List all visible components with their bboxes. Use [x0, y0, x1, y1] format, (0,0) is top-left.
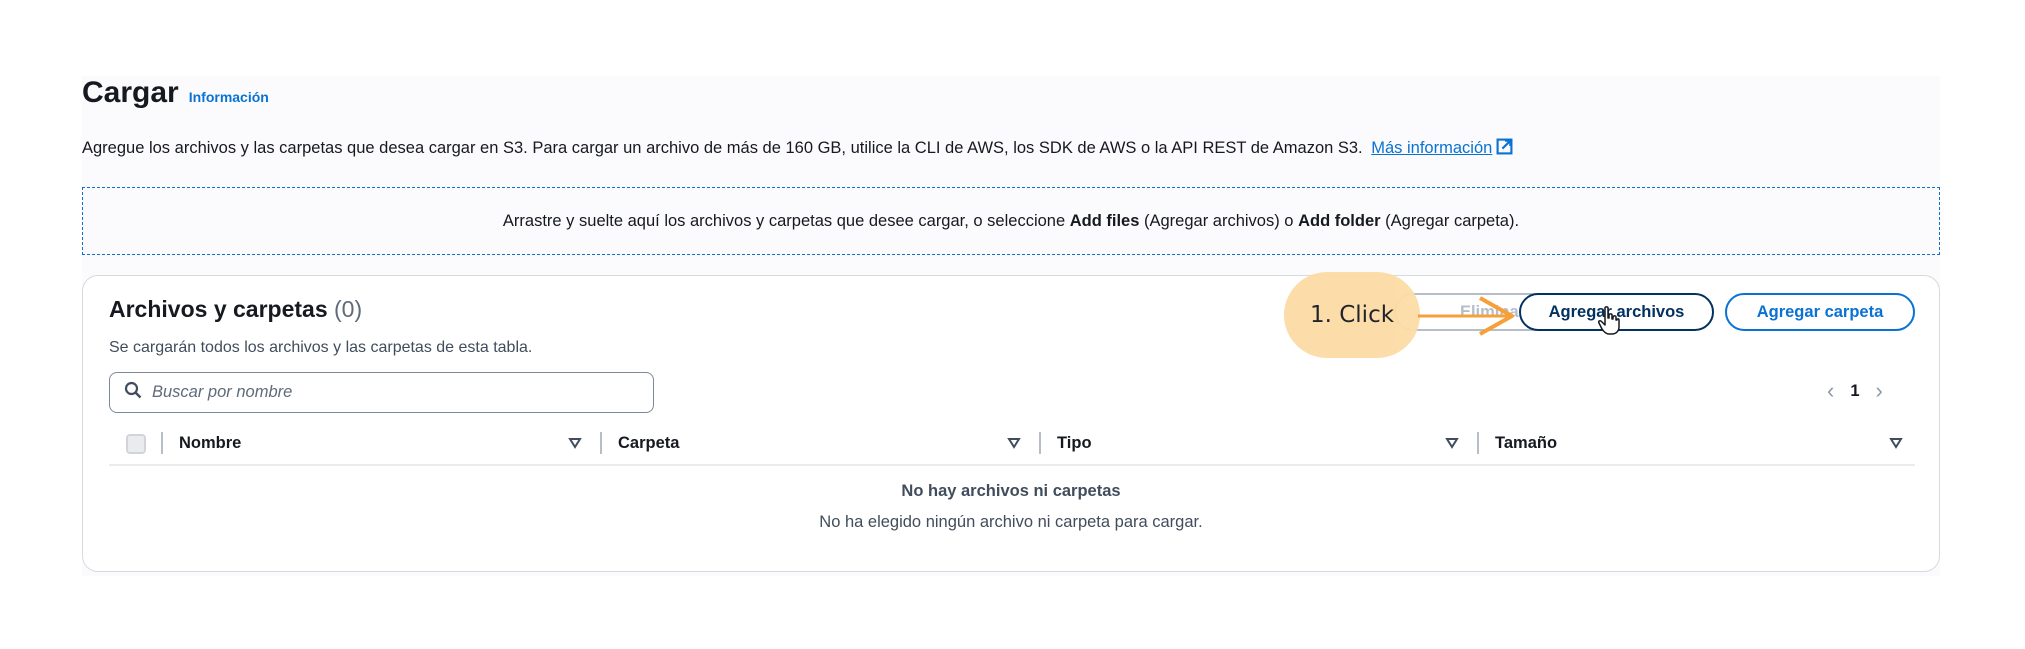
external-link-icon	[1496, 138, 1513, 160]
column-separator	[1477, 432, 1479, 454]
table-header: Nombre Carpeta Tipo Tamaño	[109, 422, 1915, 466]
empty-state-subtitle: No ha elegido ningún archivo ni carpeta …	[819, 513, 1203, 531]
dropzone-text: Arrastre y suelte aquí los archivos y ca…	[502, 211, 1520, 230]
files-and-folders-panel: Archivos y carpetas (0) Se cargarán todo…	[82, 275, 1940, 572]
page-description: Agregue los archivos y las carpetas que …	[82, 138, 1513, 160]
page-title: Cargar	[82, 76, 179, 109]
column-separator	[161, 432, 163, 454]
column-header-name[interactable]: Nombre	[179, 422, 241, 464]
search-input[interactable]	[152, 383, 632, 402]
search-box[interactable]	[109, 372, 654, 413]
panel-count: (0)	[334, 296, 363, 322]
column-separator	[600, 432, 602, 454]
annotation-arrow-icon	[1418, 296, 1514, 336]
next-page-icon[interactable]: ›	[1876, 380, 1883, 402]
page-header: Cargar Información	[82, 76, 269, 110]
info-link[interactable]: Información	[189, 89, 269, 105]
column-header-folder[interactable]: Carpeta	[618, 422, 679, 464]
sort-down-icon[interactable]	[1007, 436, 1021, 450]
more-info-label: Más información	[1371, 139, 1493, 157]
sort-down-icon[interactable]	[1445, 436, 1459, 450]
pagination: ‹ 1 ›	[1827, 380, 1883, 402]
more-info-link[interactable]: Más información	[1371, 138, 1513, 160]
select-all-checkbox[interactable]	[126, 434, 146, 454]
step-annotation-bubble: 1. Click	[1284, 272, 1420, 358]
sort-down-icon[interactable]	[568, 436, 582, 450]
panel-title: Archivos y carpetas (0)	[109, 296, 362, 323]
panel-title-text: Archivos y carpetas	[109, 296, 328, 322]
sort-down-icon[interactable]	[1889, 436, 1903, 450]
column-header-size[interactable]: Tamaño	[1495, 422, 1557, 464]
previous-page-icon[interactable]: ‹	[1827, 380, 1834, 402]
description-text: Agregue los archivos y las carpetas que …	[82, 139, 1363, 157]
column-header-type[interactable]: Tipo	[1057, 422, 1092, 464]
hand-cursor-icon	[1598, 306, 1620, 335]
file-dropzone[interactable]: Arrastre y suelte aquí los archivos y ca…	[82, 187, 1940, 255]
panel-subtitle: Se cargarán todos los archivos y las car…	[109, 339, 533, 356]
empty-state-title: No hay archivos ni carpetas	[901, 482, 1121, 500]
current-page-number[interactable]: 1	[1850, 382, 1859, 401]
add-folder-button[interactable]: Agregar carpeta	[1725, 293, 1915, 331]
search-icon	[124, 381, 142, 404]
column-separator	[1039, 432, 1041, 454]
